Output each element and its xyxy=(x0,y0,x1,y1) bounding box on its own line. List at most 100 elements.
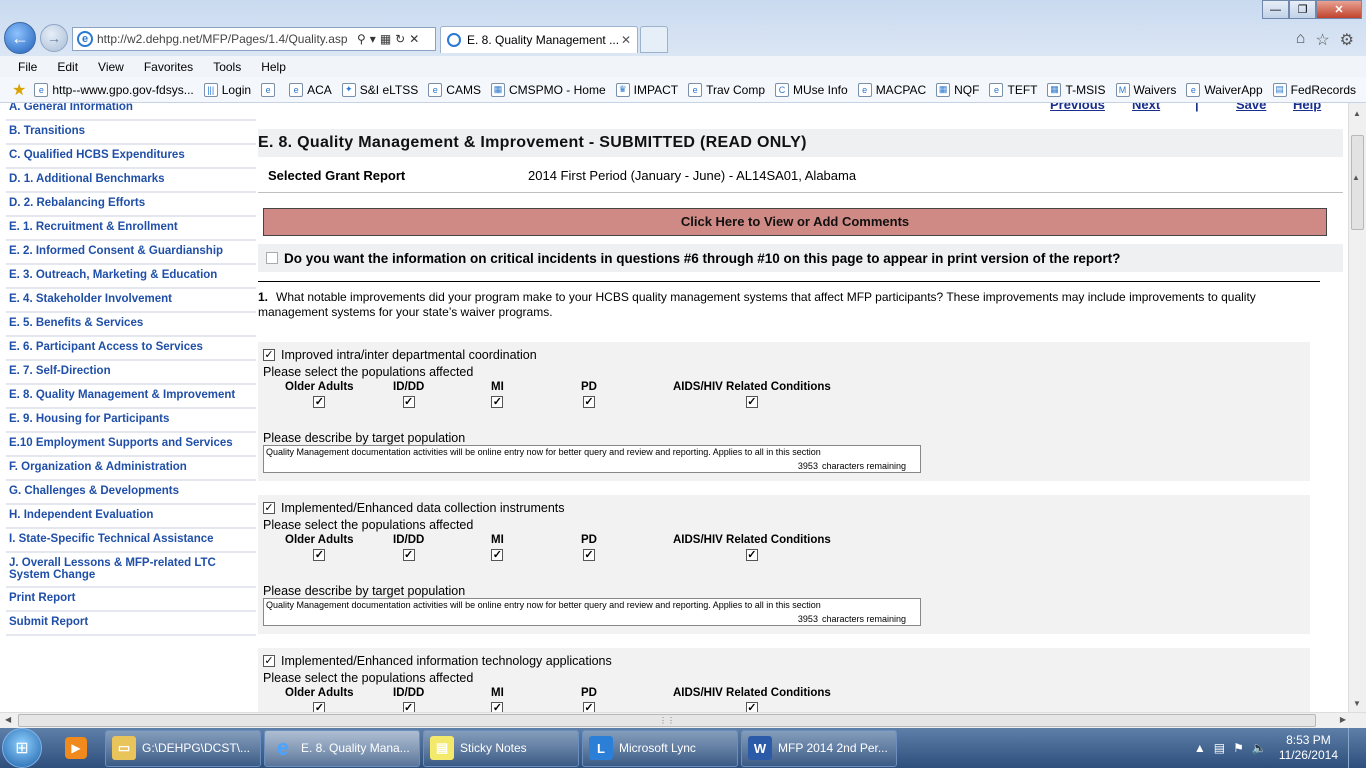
help-link[interactable]: Help xyxy=(1293,103,1321,112)
taskbar-item[interactable]: W MFP 2014 2nd Per... xyxy=(741,729,897,767)
menu-edit[interactable]: Edit xyxy=(57,60,78,74)
sidebar-item[interactable]: Print Report xyxy=(6,588,256,612)
population-checkbox[interactable]: ✓ xyxy=(313,549,326,561)
sidebar-item[interactable]: E. 2. Informed Consent & Guardianship xyxy=(6,241,256,265)
back-button[interactable]: ← xyxy=(4,22,36,54)
sidebar-item[interactable]: C. Qualified HCBS Expenditures xyxy=(6,145,256,169)
favorite-item[interactable]: e MACPAC xyxy=(857,82,926,97)
population-checkbox[interactable]: ✓ xyxy=(491,396,504,408)
address-url[interactable]: http://w2.dehpg.net/MFP/Pages/1.4/Qualit… xyxy=(97,32,353,46)
population-checkbox[interactable]: ✓ xyxy=(402,702,415,712)
sidebar-item[interactable]: E. 4. Stakeholder Involvement xyxy=(6,289,256,313)
home-icon[interactable]: ⌂ xyxy=(1296,30,1306,50)
flag-icon[interactable]: ⚑ xyxy=(1233,741,1244,755)
population-checkbox[interactable]: ✓ xyxy=(491,702,504,712)
menu-help[interactable]: Help xyxy=(261,60,286,74)
population-checkbox[interactable]: ✓ xyxy=(313,396,326,408)
save-link[interactable]: Save xyxy=(1236,103,1266,112)
improvement-checkbox[interactable]: ✓ xyxy=(263,655,275,667)
favorite-item[interactable]: M Waivers xyxy=(1115,82,1176,97)
favorite-item[interactable]: e ACA xyxy=(289,82,332,97)
sidebar-item[interactable]: E. 5. Benefits & Services xyxy=(6,313,256,337)
taskbar-item[interactable]: ▤ Sticky Notes xyxy=(423,729,579,767)
population-checkbox[interactable]: ✓ xyxy=(745,396,758,408)
minimize-button[interactable]: — xyxy=(1262,0,1289,19)
sidebar-item[interactable]: B. Transitions xyxy=(6,121,256,145)
sidebar-item[interactable]: D. 1. Additional Benchmarks xyxy=(6,169,256,193)
population-checkbox[interactable]: ✓ xyxy=(745,702,758,712)
horizontal-scroll-thumb[interactable]: ⋮⋮ xyxy=(18,714,1316,727)
compat-icon[interactable]: ▦ xyxy=(380,32,391,46)
favorite-item[interactable]: ▤ FedRecords xyxy=(1272,82,1356,97)
sidebar-item[interactable]: E. 3. Outreach, Marketing & Education xyxy=(6,265,256,289)
search-icon[interactable]: ⚲ xyxy=(357,32,366,46)
favorite-item[interactable]: C MUse Info xyxy=(775,82,848,97)
scroll-down-icon[interactable]: ▼ xyxy=(1353,699,1361,708)
sidebar-item[interactable]: E. 6. Participant Access to Services xyxy=(6,337,256,361)
vertical-scroll-thumb[interactable] xyxy=(1351,135,1364,230)
population-checkbox[interactable]: ✓ xyxy=(582,702,595,712)
sidebar-item[interactable]: E. 7. Self-Direction xyxy=(6,361,256,385)
favorite-item[interactable]: ▦ T-MSIS xyxy=(1047,82,1106,97)
favorite-item[interactable]: e xyxy=(261,82,279,97)
scroll-mid-icon[interactable]: ▲ xyxy=(1352,173,1360,182)
improvement-checkbox[interactable]: ✓ xyxy=(263,349,275,361)
sidebar-item[interactable]: E.10 Employment Supports and Services xyxy=(6,433,256,457)
scroll-right-icon[interactable]: ▶ xyxy=(1340,715,1346,724)
tray-expand-icon[interactable]: ▲ xyxy=(1194,741,1206,755)
favorite-item[interactable]: ✦ S&I eLTSS xyxy=(341,82,418,97)
vertical-scrollbar[interactable]: ▲ ▲ ▼ xyxy=(1348,103,1366,712)
show-desktop-button[interactable] xyxy=(1348,728,1360,768)
sidebar-item[interactable]: J. Overall Lessons & MFP-related LTC Sys… xyxy=(6,553,256,588)
favorite-item[interactable]: ♛ IMPACT xyxy=(615,82,678,97)
stop-icon[interactable]: ✕ xyxy=(409,32,419,46)
start-button[interactable]: ⊞ xyxy=(2,728,42,768)
favorites-star-icon[interactable]: ☆ xyxy=(1315,30,1329,50)
population-checkbox[interactable]: ✓ xyxy=(402,549,415,561)
favorite-item[interactable]: e CAMS xyxy=(428,82,481,97)
horizontal-scrollbar[interactable]: ◀ ⋮⋮ ▶ xyxy=(0,712,1366,728)
tab-close-icon[interactable]: ✕ xyxy=(621,33,631,47)
favorite-item[interactable]: e WaiverApp xyxy=(1186,82,1263,97)
dropdown-icon[interactable]: ▾ xyxy=(370,32,376,46)
description-textarea[interactable]: Quality Management documentation activit… xyxy=(263,598,921,626)
next-link[interactable]: Next xyxy=(1132,103,1160,112)
favorites-star-icon[interactable]: ★ xyxy=(12,80,26,100)
new-tab-button[interactable] xyxy=(640,26,668,53)
menu-file[interactable]: File xyxy=(18,60,37,74)
media-player-button[interactable]: ▶ xyxy=(50,729,102,767)
sidebar-item[interactable]: A. General Information xyxy=(6,103,256,121)
tab-active[interactable]: E. 8. Quality Management ... ✕ xyxy=(440,26,638,53)
gear-icon[interactable]: ⚙ xyxy=(1340,30,1354,50)
clock[interactable]: 8:53 PM 11/26/2014 xyxy=(1279,733,1338,763)
favorite-item[interactable]: ▦ CMSPMO - Home xyxy=(490,82,606,97)
favorite-item[interactable]: ▦ NQF xyxy=(936,82,979,97)
scroll-left-icon[interactable]: ◀ xyxy=(5,715,11,724)
favorite-item[interactable]: ||| Login xyxy=(203,82,251,97)
description-textarea[interactable]: Quality Management documentation activit… xyxy=(263,445,921,473)
maximize-button[interactable]: ❐ xyxy=(1289,0,1316,19)
population-checkbox[interactable]: ✓ xyxy=(491,549,504,561)
network-icon[interactable]: ▤ xyxy=(1214,741,1225,755)
volume-icon[interactable]: 🔈 xyxy=(1252,741,1267,755)
sidebar-item[interactable]: F. Organization & Administration xyxy=(6,457,256,481)
sidebar-item[interactable]: E. 1. Recruitment & Enrollment xyxy=(6,217,256,241)
menu-favorites[interactable]: Favorites xyxy=(144,60,193,74)
menu-view[interactable]: View xyxy=(98,60,124,74)
address-bar[interactable]: e http://w2.dehpg.net/MFP/Pages/1.4/Qual… xyxy=(72,27,436,51)
population-checkbox[interactable]: ✓ xyxy=(745,549,758,561)
sidebar-item[interactable]: G. Challenges & Developments xyxy=(6,481,256,505)
sidebar-item[interactable]: I. State-Specific Technical Assistance xyxy=(6,529,256,553)
sidebar-item[interactable]: D. 2. Rebalancing Efforts xyxy=(6,193,256,217)
population-checkbox[interactable]: ✓ xyxy=(402,396,415,408)
favorite-item[interactable]: e http--www.gpo.gov-fdsys... xyxy=(34,82,194,97)
previous-link[interactable]: Previous xyxy=(1050,103,1105,112)
favorite-item[interactable]: e Trav Comp xyxy=(688,82,765,97)
menu-tools[interactable]: Tools xyxy=(213,60,241,74)
sidebar-item[interactable]: H. Independent Evaluation xyxy=(6,505,256,529)
critical-incidents-checkbox[interactable] xyxy=(266,252,278,264)
sidebar-item[interactable]: E. 8. Quality Management & Improvement xyxy=(6,385,256,409)
taskbar-item[interactable]: e E. 8. Quality Mana... xyxy=(264,729,420,767)
refresh-icon[interactable]: ↻ xyxy=(395,32,405,46)
taskbar-item[interactable]: ▭ G:\DEHPG\DCST\... xyxy=(105,729,261,767)
